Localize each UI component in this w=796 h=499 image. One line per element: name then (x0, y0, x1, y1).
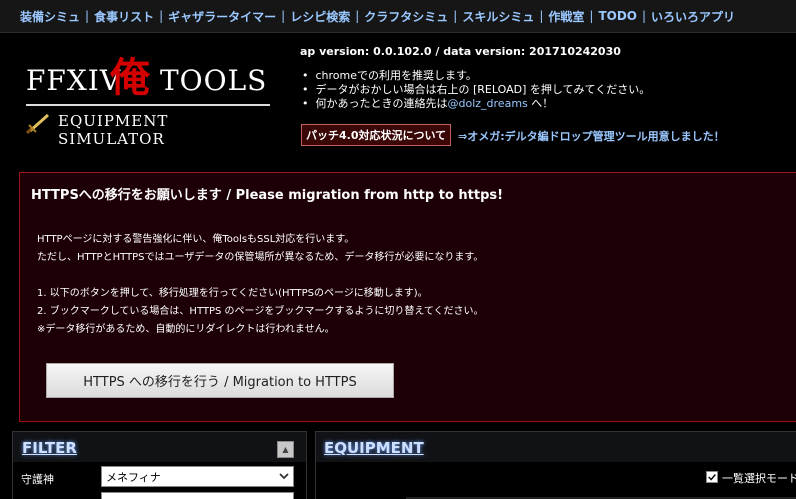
notice-item: 何かあったときの連絡先は@dolz_dreams へ！ (302, 97, 650, 111)
migration-notice: HTTPSへの移行をお願いします / Please migration from… (19, 172, 796, 422)
nav-separator: | (355, 9, 360, 23)
notice-contact-suffix: へ！ (527, 97, 554, 110)
logo-brand-kanji: 俺 (110, 54, 150, 101)
filter-panel: FILTER ▲ 守護神 メネフィナ (12, 431, 307, 499)
nav-link[interactable]: ギャザラータイマー (168, 8, 276, 25)
migration-line: HTTPページに対する警告強化に伴い、俺ToolsもSSL対応を行います。 (37, 234, 355, 245)
omega-tool-link[interactable]: ⇒オメガ:デルタ編ドロップ管理ツール用意しました！ (458, 128, 725, 144)
filter-select-2[interactable] (101, 492, 294, 499)
migration-line: ただし、HTTPとHTTPSではユーザデータの保管場所が異なるため、データ移行が… (37, 252, 484, 263)
notice-item: chromeでの利用を推奨します。 (302, 69, 650, 83)
logo-brand-left: FFXIV (26, 64, 122, 97)
nav-link[interactable]: レシピ検索 (290, 8, 350, 25)
migration-line: 2. ブックマークしている場合は、HTTPS のページをブックマークするように切… (37, 306, 484, 317)
nav-link[interactable]: 作戦室 (548, 8, 584, 25)
nav-separator: | (159, 9, 164, 23)
list-select-label: 一覧選択モード (722, 472, 796, 485)
filter-title[interactable]: FILTER (22, 439, 77, 457)
logo-rule (26, 104, 270, 106)
nav-link[interactable]: 装備シミュ (20, 8, 80, 25)
migration-line: ※データ移行があるため、自動的にリダイレクトは行われません。 (37, 324, 335, 335)
nav-separator: | (453, 9, 458, 23)
logo: FFXIV 俺 TOOLS EQUIPMENT SIMULATOR (24, 54, 274, 148)
equipment-panel: EQUIPMENT 一覧選択モード (315, 431, 796, 499)
nav-link[interactable]: クラフタシミュ (364, 8, 448, 25)
logo-subtitle: EQUIPMENT SIMULATOR (58, 112, 169, 148)
contact-link[interactable]: @dolz_dreams (448, 97, 528, 110)
notice-list: chromeでの利用を推奨します。 データがおかしい場合は右上の [RELOAD… (302, 69, 651, 111)
logo-brand-right: TOOLS (160, 64, 268, 97)
guardian-select-value: メネフィナ (106, 470, 161, 484)
sword-icon (26, 113, 49, 134)
guardian-select[interactable]: メネフィナ (101, 466, 294, 487)
collapse-icon[interactable]: ▲ (277, 441, 294, 458)
notice-item: データがおかしい場合は右上の [RELOAD] を押してみてください。 (302, 83, 651, 97)
notice-contact-text: 何かあったときの連絡先は (315, 97, 448, 110)
nav-link[interactable]: 食事リスト (94, 8, 154, 25)
equipment-title[interactable]: EQUIPMENT (324, 439, 424, 457)
nav-link[interactable]: スキルシミュ (462, 8, 534, 25)
migration-line: 1. 以下のボタンを押して、移行処理を行ってください(HTTPSのページに移動し… (37, 288, 428, 299)
version-info: ap version: 0.0.102.0 / data version: 20… (300, 45, 621, 58)
patch-status-button[interactable]: パッチ4.0対応状況について (301, 124, 452, 146)
top-nav: 装備シミュ | 食事リスト | ギャザラータイマー | レシピ検索 | クラフタシミュ | スキルシ… (0, 0, 796, 33)
migrate-https-button[interactable]: HTTPS への移行を行う / Migration to HTTPS (46, 363, 394, 398)
nav-separator: | (642, 9, 647, 23)
nav-separator: | (539, 9, 544, 23)
nav-link[interactable]: TODO (598, 9, 637, 23)
nav-link[interactable]: いろいろアプリ (651, 8, 735, 25)
chevron-down-icon (279, 473, 289, 480)
nav-separator: | (85, 9, 90, 23)
guardian-label: 守護神 (21, 473, 54, 486)
nav-separator: | (281, 9, 286, 23)
migration-title: HTTPSへの移行をお願いします / Please migration from… (31, 188, 504, 203)
nav-separator: | (589, 9, 594, 23)
list-select-checkbox[interactable] (706, 471, 718, 483)
